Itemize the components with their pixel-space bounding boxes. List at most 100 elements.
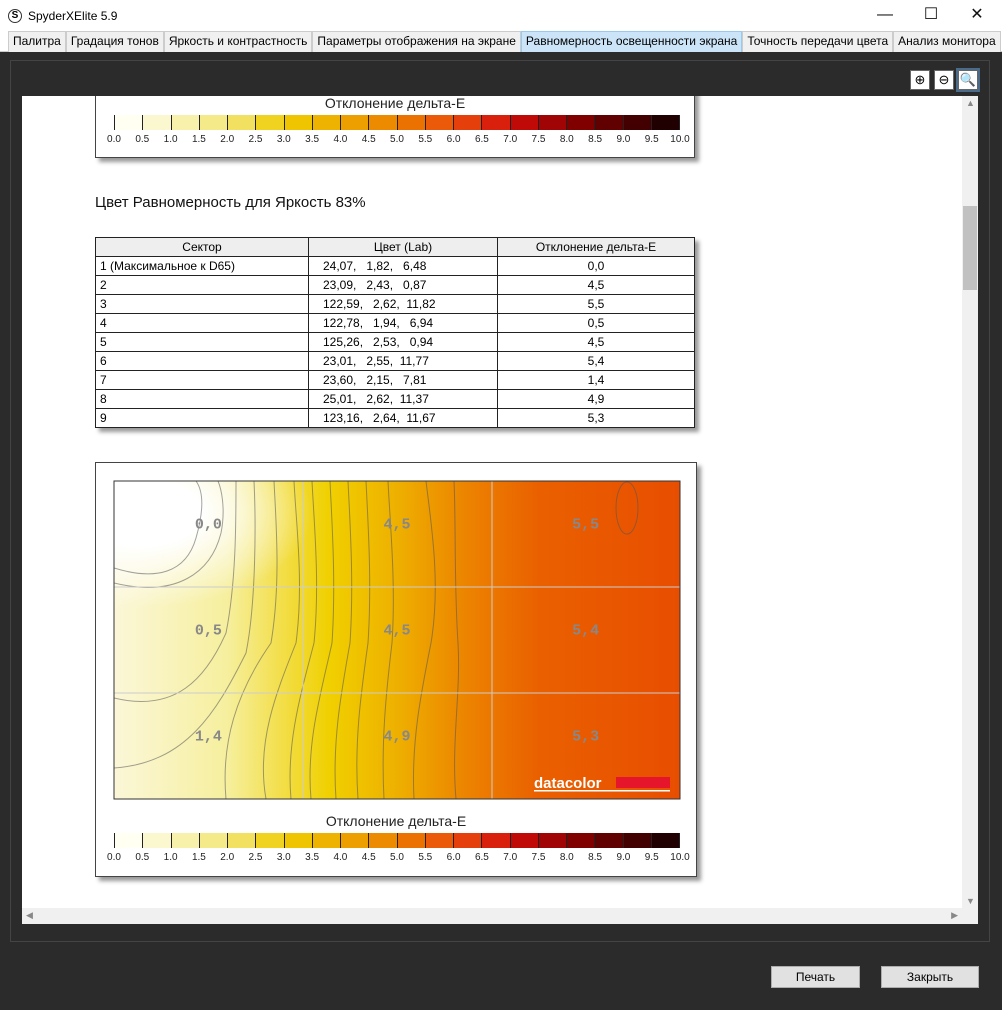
heatmap-box: 0,0 4,5 5,5 0,5 4,5 5,4 1,4 4,9 5,3 datacolor От… (95, 462, 697, 877)
close-window-button[interactable]: ✕ (954, 0, 1000, 31)
colorbar-segment (481, 833, 510, 848)
colorbar-segment (396, 833, 425, 848)
tick-label: 4.0 (333, 134, 348, 145)
colorbar (114, 833, 680, 848)
tick-label: 5.0 (390, 852, 404, 863)
logo-text: datacolor (534, 775, 602, 792)
colorbar-segment (283, 115, 312, 130)
tick-label: 2.0 (220, 852, 235, 863)
colorbar-segment (340, 115, 369, 130)
tick-label: 1.0 (163, 134, 178, 145)
tick-label: 7.0 (503, 852, 518, 863)
colorbar-segment (340, 833, 369, 848)
col-sector: Сектор (95, 237, 309, 257)
colorbar-segment (594, 833, 623, 848)
tick-label: 5.5 (418, 134, 433, 145)
table-row: 3 122,59, 2,62, 11,82 5,5 (95, 294, 695, 314)
colorbar-segment (170, 115, 199, 130)
colorbar-segment (424, 833, 453, 848)
tick-label: 5.5 (418, 852, 433, 863)
delta-e-cell: 0,0 (497, 256, 695, 276)
cell-value-label: 4,5 (383, 517, 410, 534)
colorbar-segment (227, 115, 256, 130)
colorbar-segment (537, 115, 566, 130)
maximize-button[interactable]: ☐ (908, 0, 954, 31)
colorbar-segment (650, 115, 680, 130)
tick-label: 0.0 (107, 852, 121, 863)
tick-label: 7.5 (531, 852, 546, 863)
scroll-thumb[interactable] (963, 206, 977, 290)
tick-label: 6.0 (446, 134, 461, 145)
tab-0[interactable]: Палитра (8, 31, 66, 52)
tick-label: 9.0 (616, 852, 631, 863)
lab-cell: 24,07, 1,82, 6,48 (308, 256, 498, 276)
tab-5[interactable]: Точность передачи цвета (742, 31, 894, 52)
minimize-button[interactable]: — (862, 0, 908, 31)
cell-value-label: 0,5 (195, 623, 222, 640)
horizontal-scrollbar[interactable]: ◀ ▶ (22, 908, 978, 924)
colorbar-segment (566, 833, 595, 848)
table-row: 7 23,60, 2,15, 7,81 1,4 (95, 370, 695, 390)
colorbar-segment (114, 833, 143, 848)
colorbar-segment (650, 833, 680, 848)
tick-label: 10.0 (670, 134, 690, 145)
table-row: 8 25,01, 2,62, 11,37 4,9 (95, 389, 695, 409)
delta-e-cell: 1,4 (497, 370, 695, 390)
legend-title: Отклонение дельта-E (325, 813, 467, 829)
delta-e-cell: 4,5 (497, 332, 695, 352)
table-row: 6 23,01, 2,55, 11,77 5,4 (95, 351, 695, 371)
tab-6[interactable]: Анализ монитора (893, 31, 1001, 52)
table-row: 1 (Максимальное к D65) 24,07, 1,82, 6,48 0… (95, 256, 695, 276)
cell-value-label: 5,3 (572, 729, 599, 746)
colorbar-segment (368, 115, 397, 130)
sector-cell: 9 (95, 408, 309, 428)
tick-label: 3.5 (305, 134, 320, 145)
vertical-scrollbar[interactable]: ▲ ▼ (962, 96, 978, 908)
zoom-fit-icon[interactable]: 🔍 (956, 68, 980, 92)
tick-label: 10.0 (670, 852, 690, 863)
colorbar-segment (198, 115, 227, 130)
lab-cell: 23,01, 2,55, 11,77 (308, 351, 498, 371)
colorbar-segment (170, 833, 199, 848)
tick-label: 8.0 (559, 134, 574, 145)
print-button[interactable]: Печать (771, 966, 860, 988)
lab-cell: 23,09, 2,43, 0,87 (308, 275, 498, 295)
cell-value-label: 5,5 (572, 517, 599, 534)
tab-1[interactable]: Градация тонов (65, 31, 164, 52)
table-row: 5 125,26, 2,53, 0,94 4,5 (95, 332, 695, 352)
tick-label: 4.5 (361, 134, 376, 145)
tick-label: 0.5 (135, 852, 150, 863)
colorbar-segment (142, 833, 171, 848)
col-delta-e: Отклонение дельта-E (497, 237, 695, 257)
colorbar-segment (453, 115, 482, 130)
tick-label: 9.5 (644, 852, 659, 863)
colorbar-segment (537, 833, 566, 848)
cell-value-label: 4,5 (383, 623, 410, 640)
sector-cell: 3 (95, 294, 309, 314)
lab-cell: 23,60, 2,15, 7,81 (308, 370, 498, 390)
zoom-out-icon[interactable]: ⊖ (934, 70, 954, 90)
zoom-in-icon[interactable]: ⊕ (910, 70, 930, 90)
tick-label: 1.5 (191, 134, 206, 145)
tick-label: 9.5 (644, 134, 659, 145)
colorbar-segment (509, 833, 538, 848)
tab-4[interactable]: Равномерность освещенности экрана (520, 31, 743, 52)
tab-2[interactable]: Яркость и контрастность (163, 31, 313, 52)
colorbar-segment (622, 833, 651, 848)
colorbar-segment (255, 833, 284, 848)
app-icon: S (8, 8, 22, 23)
tick-label: 9.0 (616, 134, 631, 145)
colorbar-segment (311, 833, 340, 848)
tick-label: 0.5 (135, 134, 150, 145)
sector-cell: 2 (95, 275, 309, 295)
delta-e-cell: 4,5 (497, 275, 695, 295)
close-button[interactable]: Закрыть (881, 966, 979, 988)
colorbar-segment (368, 833, 397, 848)
colorbar-segment (566, 115, 595, 130)
tick-label: 2.5 (248, 852, 263, 863)
uniformity-table: Сектор Цвет (Lab) Отклонение дельта-E 1 … (95, 237, 695, 428)
tick-label: 2.5 (248, 134, 263, 145)
tab-3[interactable]: Параметры отображения на экране (312, 31, 521, 52)
colorbar (114, 115, 680, 130)
colorbar-segment (509, 115, 538, 130)
